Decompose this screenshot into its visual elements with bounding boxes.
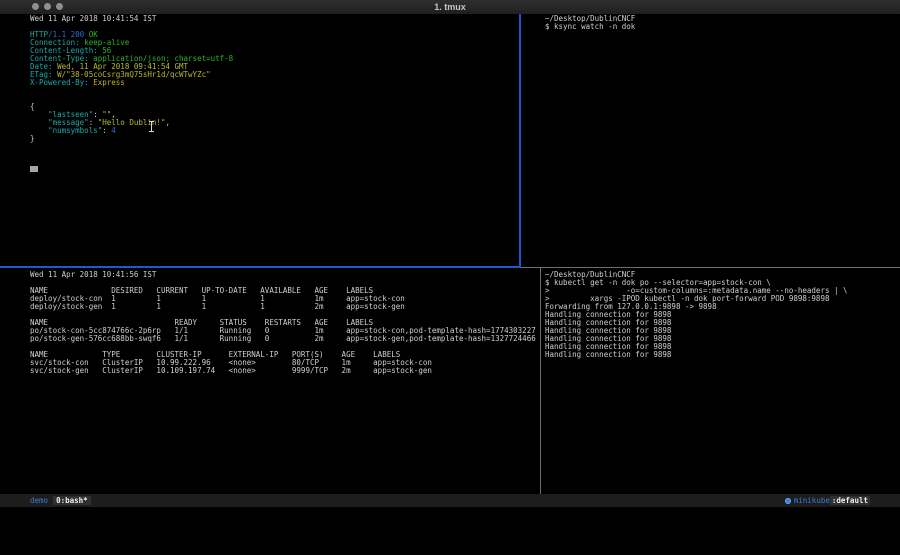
- terminal-line: }: [30, 135, 516, 143]
- tmux-window-tab[interactable]: 0:bash*: [53, 496, 91, 505]
- kubernetes-helm-icon: [785, 498, 791, 504]
- terminal-line: X-Powered-By: Express: [30, 79, 516, 87]
- pane-divider-horizontal-right[interactable]: [521, 267, 900, 268]
- pane-divider-horizontal-left[interactable]: [0, 266, 521, 268]
- terminal-line: svc/stock-gen ClusterIP 10.109.197.74 <n…: [30, 367, 537, 375]
- window-titlebar[interactable]: 1. tmux: [0, 0, 900, 15]
- terminal-line: Wed 11 Apr 2018 10:41:54 IST: [30, 15, 516, 23]
- terminal-line: [30, 87, 516, 95]
- terminal-line: [30, 95, 516, 103]
- pane-divider-vertical-bottom[interactable]: [540, 268, 541, 494]
- pane-ksync-watch[interactable]: ~/Desktop/DublinCNCF$ ksync watch -n dok: [545, 15, 897, 31]
- tmux-session-name: demo: [30, 496, 48, 505]
- terminal-line: Wed 11 Apr 2018 10:41:56 IST: [30, 271, 537, 279]
- tmux-status-left: demo 0:bash*: [30, 496, 91, 505]
- kube-namespace: :default: [830, 496, 870, 505]
- terminal-line: $ ksync watch -n dok: [545, 23, 897, 31]
- terminal-line: [30, 23, 516, 31]
- pane-port-forward[interactable]: ~/Desktop/DublinCNCF$ kubectl get -n dok…: [545, 271, 897, 359]
- kube-context: minikube: [794, 496, 830, 505]
- pane-divider-vertical-top[interactable]: [519, 14, 521, 267]
- pane-kubectl-resources[interactable]: Wed 11 Apr 2018 10:41:56 IST NAME DESIRE…: [30, 271, 537, 375]
- terminal-cursor: [30, 166, 38, 172]
- terminal-line: Handling connection for 9898: [545, 351, 897, 359]
- pane-http-response[interactable]: Wed 11 Apr 2018 10:41:54 IST HTTP/1.1 20…: [30, 15, 516, 143]
- terminal-line: po/stock-gen-576cc688bb-swqf6 1/1 Runnin…: [30, 335, 537, 343]
- tmux-status-right: minikube :default: [785, 496, 870, 505]
- mouse-text-cursor-icon: [149, 121, 154, 132]
- terminal-line: deploy/stock-gen 1 1 1 1 2m app=stock-ge…: [30, 303, 537, 311]
- terminal-window: 1. tmux Wed 11 Apr 2018 10:41:54 IST HTT…: [0, 0, 900, 507]
- window-title: 1. tmux: [0, 2, 900, 12]
- tmux-status-bar: demo 0:bash* minikube :default: [0, 494, 900, 507]
- terminal-line: "numsymbols": 4: [30, 127, 516, 135]
